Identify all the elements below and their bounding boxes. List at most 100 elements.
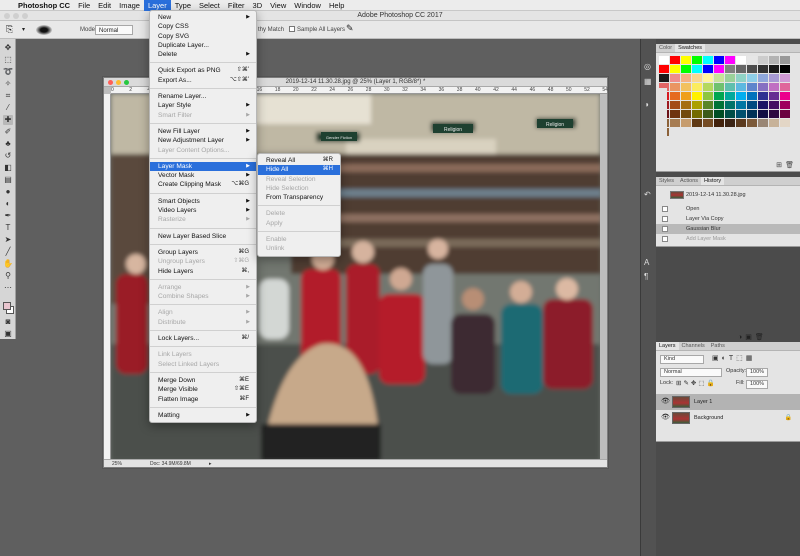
- color-swatch[interactable]: [681, 92, 691, 100]
- color-swatch[interactable]: [681, 101, 691, 109]
- character-panel-icon[interactable]: A: [644, 258, 649, 267]
- layers-footer-icons[interactable]: ◑▣🗑: [738, 333, 767, 341]
- color-swatch[interactable]: [758, 56, 768, 64]
- color-swatch[interactable]: [780, 101, 790, 109]
- lock-icons[interactable]: ⊞✎✥⬚🔒: [676, 379, 717, 387]
- color-swatch[interactable]: [681, 65, 691, 73]
- screen-mode-icon[interactable]: ▣: [3, 329, 13, 339]
- color-swatch[interactable]: [703, 92, 713, 100]
- color-swatch[interactable]: [747, 74, 757, 82]
- color-swatch[interactable]: [703, 83, 713, 91]
- healing-brush-tool-icon[interactable]: ✚: [3, 115, 13, 125]
- new-swatch-icon[interactable]: ⊞: [776, 161, 782, 169]
- color-swatch[interactable]: [769, 92, 779, 100]
- color-swatch[interactable]: [703, 119, 713, 127]
- color-swatch[interactable]: [725, 119, 735, 127]
- color-swatch[interactable]: [758, 65, 768, 73]
- history-source-checkbox[interactable]: [662, 216, 668, 222]
- menu-item-group-layers[interactable]: Group Layers ⌘G: [150, 248, 256, 257]
- color-swatch[interactable]: [725, 110, 735, 118]
- menu-select[interactable]: Select: [195, 0, 224, 11]
- color-swatch[interactable]: [747, 56, 757, 64]
- color-swatch[interactable]: [780, 119, 790, 127]
- color-swatch[interactable]: [703, 101, 713, 109]
- menu-item-merge-visible[interactable]: Merge Visible ⇧⌘E: [150, 385, 256, 394]
- menu-item-reveal-all[interactable]: Reveal All ⌘R: [258, 156, 340, 165]
- color-swatch[interactable]: [670, 74, 680, 82]
- menu-item-vector-mask[interactable]: Vector Mask ▶: [150, 171, 256, 180]
- tab-actions[interactable]: Actions: [677, 177, 701, 185]
- color-swatch[interactable]: [758, 83, 768, 91]
- color-swatch[interactable]: [736, 83, 746, 91]
- color-swatch[interactable]: [670, 83, 680, 91]
- color-swatch[interactable]: [780, 56, 790, 64]
- brush-tool-icon[interactable]: ✐: [3, 127, 13, 137]
- menu-item-hide-all[interactable]: Hide All ⌘H: [258, 165, 340, 175]
- filter-kind-select[interactable]: Kind: [660, 355, 704, 364]
- menu-layer[interactable]: Layer: [143, 0, 171, 11]
- tab-channels[interactable]: Channels: [679, 342, 708, 350]
- menu-filter[interactable]: Filter: [224, 0, 249, 11]
- history-step-current[interactable]: Gaussian Blur: [656, 224, 800, 234]
- color-swatch[interactable]: [725, 65, 735, 73]
- clone-stamp-tool-icon[interactable]: ⎘: [6, 24, 13, 34]
- color-swatch[interactable]: [714, 110, 724, 118]
- visibility-eye-icon[interactable]: 👁: [661, 394, 670, 410]
- doc-info[interactable]: Doc: 34.9M/69.8M: [150, 460, 191, 468]
- color-swatch[interactable]: [692, 110, 702, 118]
- menu-item-from-transparency[interactable]: From Transparency: [258, 193, 340, 202]
- menu-item-delete[interactable]: Delete ▶: [150, 50, 256, 59]
- visibility-eye-icon[interactable]: 👁: [661, 410, 670, 426]
- menu-item-new-layer-based-slice[interactable]: New Layer Based Slice: [150, 232, 256, 241]
- color-swatch[interactable]: [725, 56, 735, 64]
- color-swatch[interactable]: [714, 56, 724, 64]
- history-step[interactable]: Open: [656, 204, 800, 214]
- history-source-checkbox[interactable]: [662, 226, 668, 232]
- tab-history[interactable]: History: [701, 177, 725, 185]
- color-swatch[interactable]: [681, 119, 691, 127]
- sample-all-layers-checkbox[interactable]: Sample All Layers: [289, 25, 345, 35]
- crop-tool-icon[interactable]: ⌗: [3, 91, 13, 101]
- line-tool-icon[interactable]: ╱: [3, 247, 13, 257]
- lasso-tool-icon[interactable]: ➰: [3, 67, 13, 77]
- move-tool-icon[interactable]: ✥: [3, 43, 13, 53]
- pressure-icon[interactable]: ✎: [346, 23, 354, 33]
- history-step[interactable]: Add Layer Mask: [656, 234, 800, 244]
- brush-preset-icon[interactable]: [36, 25, 52, 35]
- status-arrow-icon[interactable]: ▸: [209, 460, 212, 468]
- color-swatch[interactable]: [736, 101, 746, 109]
- color-swatch[interactable]: [769, 74, 779, 82]
- color-swatch[interactable]: [692, 119, 702, 127]
- tool-preset-dropdown-icon[interactable]: ▾: [22, 25, 25, 35]
- color-swatch[interactable]: [714, 119, 724, 127]
- history-source-checkbox[interactable]: [662, 236, 668, 242]
- color-swatch[interactable]: [725, 74, 735, 82]
- menu-3d[interactable]: 3D: [249, 0, 267, 11]
- color-swatch[interactable]: [747, 119, 757, 127]
- menu-item-export-as[interactable]: Export As... ⌥⇧⌘': [150, 76, 256, 85]
- color-swatch[interactable]: [769, 110, 779, 118]
- color-swatch[interactable]: [670, 110, 680, 118]
- color-swatch[interactable]: [747, 110, 757, 118]
- color-swatch[interactable]: [714, 74, 724, 82]
- color-swatch[interactable]: [659, 74, 669, 82]
- tab-swatches[interactable]: Swatches: [675, 44, 706, 52]
- color-swatch[interactable]: [758, 74, 768, 82]
- menu-edit[interactable]: Edit: [94, 0, 115, 11]
- color-swatch[interactable]: [659, 56, 669, 64]
- color-swatch[interactable]: [692, 92, 702, 100]
- menu-item-video-layers[interactable]: Video Layers ▶: [150, 206, 256, 215]
- mode-select[interactable]: Normal: [95, 25, 133, 35]
- color-swatch[interactable]: [714, 101, 724, 109]
- menu-item-smart-objects[interactable]: Smart Objects ▶: [150, 197, 256, 206]
- color-swatch[interactable]: [780, 65, 790, 73]
- menu-item-layer-mask[interactable]: Layer Mask ▶: [150, 161, 256, 172]
- menu-item-new[interactable]: New ▶: [150, 13, 256, 22]
- eyedropper-tool-icon[interactable]: ⁄: [3, 103, 13, 113]
- lock-icon[interactable]: 🔒: [785, 410, 792, 426]
- layer-row[interactable]: 👁 Layer 1: [656, 394, 800, 410]
- color-swatch[interactable]: [681, 74, 691, 82]
- menu-item-matting[interactable]: Matting ▶: [150, 411, 256, 420]
- menu-item-rename-layer[interactable]: Rename Layer...: [150, 92, 256, 101]
- menu-item-new-adjustment-layer[interactable]: New Adjustment Layer ▶: [150, 136, 256, 145]
